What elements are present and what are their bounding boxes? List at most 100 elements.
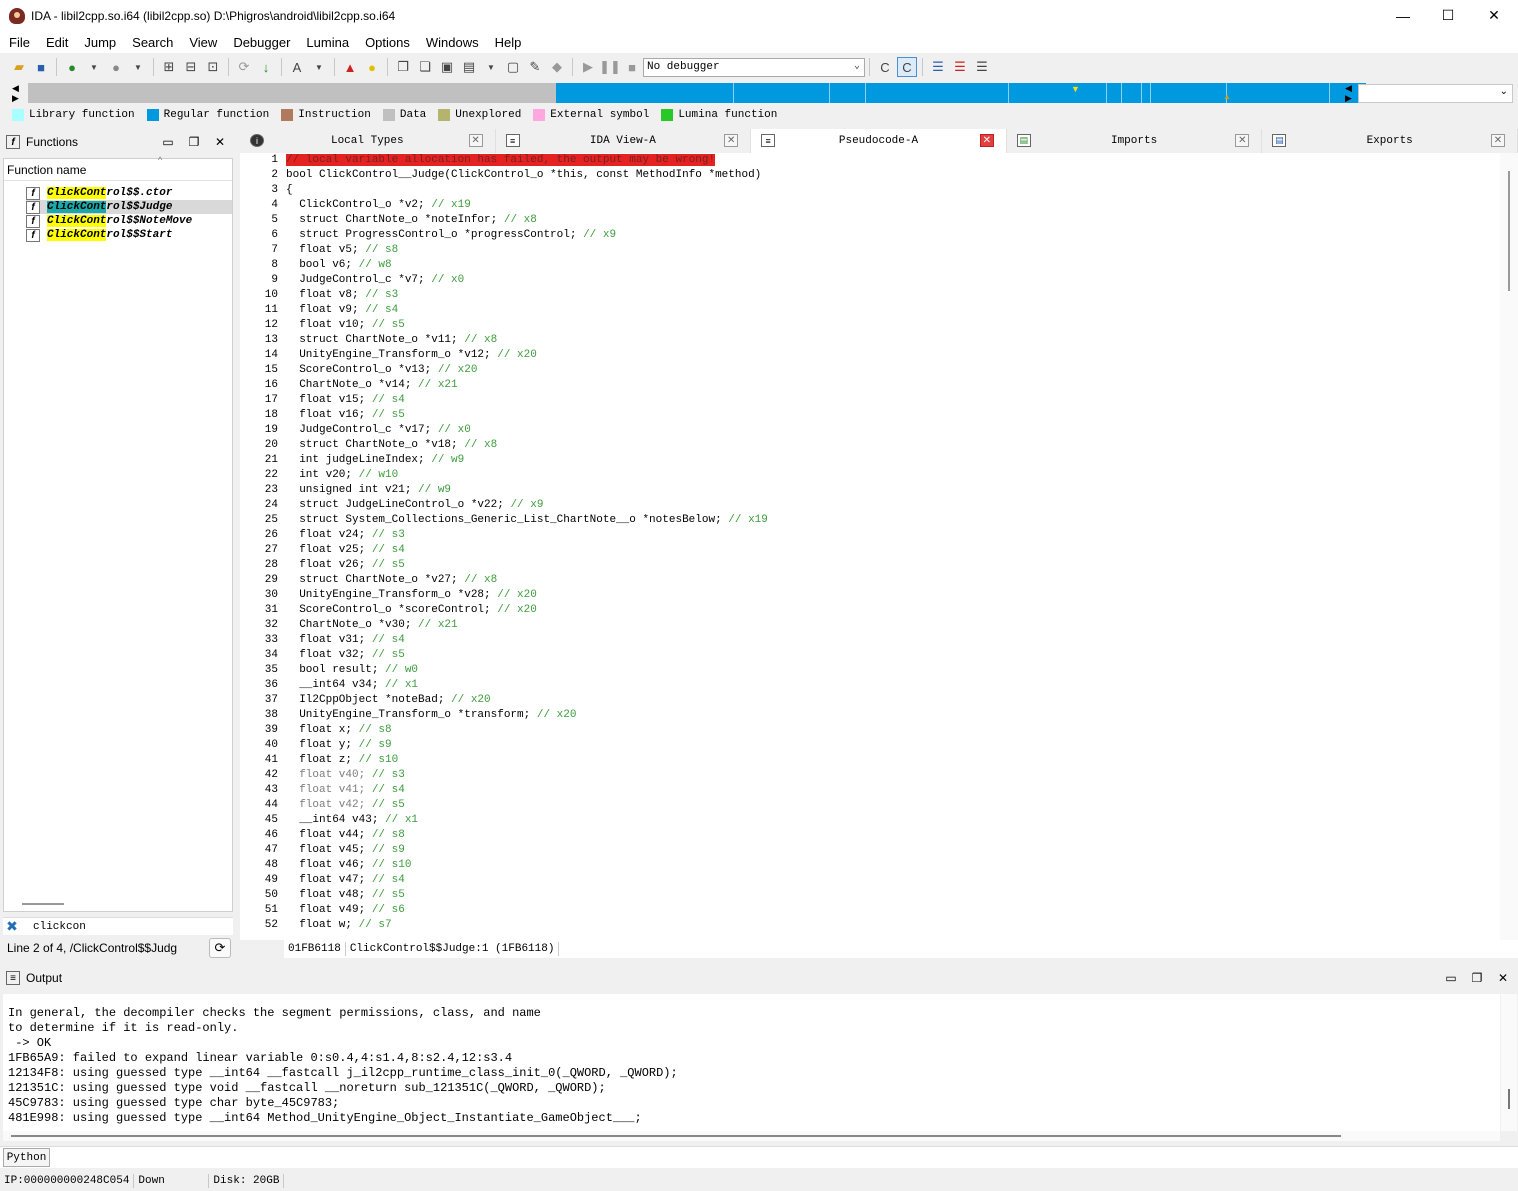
close-tab-icon[interactable]: ✕ xyxy=(979,134,994,147)
menu-jump[interactable]: Jump xyxy=(75,35,123,50)
function-filter-value[interactable]: clickcon xyxy=(33,921,86,933)
pause-icon[interactable]: ❚❚ xyxy=(599,57,621,77)
code-line[interactable]: bool v6; // w8 xyxy=(286,258,1498,273)
code-line[interactable]: UnityEngine_Transform_o *transform; // x… xyxy=(286,708,1498,723)
save-icon[interactable]: ■ xyxy=(31,57,51,77)
close-panel-icon[interactable]: ✕ xyxy=(212,134,228,150)
decompile-c-icon[interactable]: C xyxy=(875,57,895,77)
function-list-item[interactable]: f ClickControl$$Start xyxy=(26,228,232,242)
diamond-icon[interactable]: ◆ xyxy=(547,57,567,77)
decompile-c-active-icon[interactable]: C xyxy=(897,57,917,77)
menu-edit[interactable]: Edit xyxy=(37,35,75,50)
code-line[interactable]: float v16; // s5 xyxy=(286,408,1498,423)
code-line[interactable]: float y; // s9 xyxy=(286,738,1498,753)
text-format-icon[interactable]: A xyxy=(287,57,307,77)
code-line[interactable]: { xyxy=(286,183,1498,198)
scrollbar-thumb[interactable] xyxy=(1508,171,1510,291)
code-line[interactable]: float v25; // s4 xyxy=(286,543,1498,558)
code-line[interactable]: float v46; // s10 xyxy=(286,858,1498,873)
code-line[interactable]: JudgeControl_c *v7; // x0 xyxy=(286,273,1498,288)
function-filter-bar[interactable]: ✖ clickcon xyxy=(3,917,233,935)
tab-local-types[interactable]: i Local Types ✕ xyxy=(240,129,496,153)
code-line[interactable]: ChartNote_o *v14; // x21 xyxy=(286,378,1498,393)
code-line[interactable]: float v26; // s5 xyxy=(286,558,1498,573)
jump-back-icon[interactable]: ● xyxy=(62,57,82,77)
open-folder-icon[interactable]: ▰ xyxy=(9,57,29,77)
function-list[interactable]: Function name ^ f ClickControl$$.ctor f … xyxy=(3,155,233,912)
stop-icon[interactable]: ■ xyxy=(622,57,642,77)
close-button[interactable]: ✕ xyxy=(1471,0,1517,31)
code-line[interactable]: struct ProgressControl_o *progressContro… xyxy=(286,228,1498,243)
pseudocode-lines[interactable]: // local variable allocation has failed,… xyxy=(286,153,1498,933)
code-line[interactable]: // local variable allocation has failed,… xyxy=(286,153,1498,168)
float-panel-icon[interactable]: ❐ xyxy=(1469,970,1485,986)
menu-lumina[interactable]: Lumina xyxy=(297,35,356,50)
code-line[interactable]: float v40; // s3 xyxy=(286,768,1498,783)
command-input[interactable] xyxy=(50,1148,1518,1168)
maximize-button[interactable]: ☐ xyxy=(1425,0,1471,31)
down-arrow-icon[interactable]: ↓ xyxy=(256,57,276,77)
play-icon[interactable]: ▶ xyxy=(578,57,598,77)
code-line[interactable]: float v9; // s4 xyxy=(286,303,1498,318)
refresh-icon[interactable]: ⟳ xyxy=(209,938,231,958)
menu-help[interactable]: Help xyxy=(486,35,529,50)
code-line[interactable]: float v42; // s5 xyxy=(286,798,1498,813)
code-line[interactable]: struct ChartNote_o *v27; // x8 xyxy=(286,573,1498,588)
code-line[interactable]: ClickControl_o *v2; // x19 xyxy=(286,198,1498,213)
function-list-item[interactable]: f ClickControl$$NoteMove xyxy=(26,214,232,228)
code-line[interactable]: float v5; // s8 xyxy=(286,243,1498,258)
close-tab-icon[interactable]: ✕ xyxy=(1490,134,1505,147)
code-line[interactable]: float v49; // s6 xyxy=(286,903,1498,918)
code-line[interactable]: float z; // s10 xyxy=(286,753,1498,768)
dropdown-arrow-icon[interactable]: ▼ xyxy=(84,57,104,77)
nav-right-arrow-icon[interactable]: ▶ xyxy=(12,93,19,104)
code-line[interactable]: float v45; // s9 xyxy=(286,843,1498,858)
yellow-circle-icon[interactable]: ● xyxy=(362,57,382,77)
dropdown-arrow-icon[interactable]: ▼ xyxy=(309,57,329,77)
graph-view-icon[interactable]: ⊞ xyxy=(159,57,179,77)
menu-view[interactable]: View xyxy=(180,35,224,50)
refresh-icon[interactable]: ⟳ xyxy=(234,57,254,77)
text-view-icon[interactable]: ⊟ xyxy=(181,57,201,77)
tab-exports[interactable]: ▤ Exports ✕ xyxy=(1262,129,1518,153)
code-line[interactable]: int v20; // w10 xyxy=(286,468,1498,483)
output-text[interactable]: In general, the decompiler checks the se… xyxy=(3,994,1500,1131)
close-panel-icon[interactable]: ✕ xyxy=(1495,970,1511,986)
debugger-select[interactable]: No debugger ⌄ xyxy=(643,57,865,77)
code-line[interactable]: float v48; // s5 xyxy=(286,888,1498,903)
code-line[interactable]: float v15; // s4 xyxy=(286,393,1498,408)
function-list-item-selected[interactable]: f ClickControl$$Judge xyxy=(26,200,232,214)
tree-list-icon[interactable]: ☰ xyxy=(972,57,992,77)
code-line[interactable]: float v24; // s3 xyxy=(286,528,1498,543)
menu-search[interactable]: Search xyxy=(123,35,180,50)
code-line[interactable]: float w; // s7 xyxy=(286,918,1498,933)
breakpoint-list-icon[interactable]: ☰ xyxy=(950,57,970,77)
menu-options[interactable]: Options xyxy=(356,35,417,50)
float-panel-icon[interactable]: ❐ xyxy=(186,134,202,150)
code-line[interactable]: ScoreControl_o *v13; // x20 xyxy=(286,363,1498,378)
code-line[interactable]: int judgeLineIndex; // w9 xyxy=(286,453,1498,468)
red-triangle-icon[interactable]: ▲ xyxy=(340,57,360,77)
code-line[interactable]: struct ChartNote_o *v11; // x8 xyxy=(286,333,1498,348)
code-line[interactable]: float v44; // s8 xyxy=(286,828,1498,843)
jump-forward-icon[interactable]: ● xyxy=(106,57,126,77)
segment-select[interactable]: ⌄ xyxy=(1358,84,1513,103)
code-line[interactable]: unsigned int v21; // w9 xyxy=(286,483,1498,498)
function-name-column-header[interactable]: Function name ^ xyxy=(4,155,232,181)
navigation-band-bar[interactable]: ▼ ▲ xyxy=(28,83,1366,103)
code-line[interactable]: bool result; // w0 xyxy=(286,663,1498,678)
code-line[interactable]: JudgeControl_c *v17; // x0 xyxy=(286,423,1498,438)
output-horizontal-scrollbar[interactable] xyxy=(3,1131,1500,1141)
menu-debugger[interactable]: Debugger xyxy=(224,35,297,50)
proximity-view-icon[interactable]: ⊡ xyxy=(203,57,223,77)
vertical-scrollbar[interactable] xyxy=(1500,153,1518,940)
close-tab-icon[interactable]: ✕ xyxy=(724,134,739,147)
scrollbar-thumb[interactable] xyxy=(11,1135,1341,1137)
code-line[interactable]: __int64 v43; // x1 xyxy=(286,813,1498,828)
code-line[interactable]: struct System_Collections_Generic_List_C… xyxy=(286,513,1498,528)
close-tab-icon[interactable]: ✕ xyxy=(1235,134,1250,147)
paste-icon[interactable]: ❏ xyxy=(415,57,435,77)
code-line[interactable]: ScoreControl_o *scoreControl; // x20 xyxy=(286,603,1498,618)
pseudocode-view[interactable]: 1 2 3 4 5 6 7 8 9 10 11 12 13 14 15 16 17 18 19 20 21 22 23 24 2… xyxy=(240,153,1518,940)
scrollbar-thumb[interactable] xyxy=(1508,1089,1510,1109)
